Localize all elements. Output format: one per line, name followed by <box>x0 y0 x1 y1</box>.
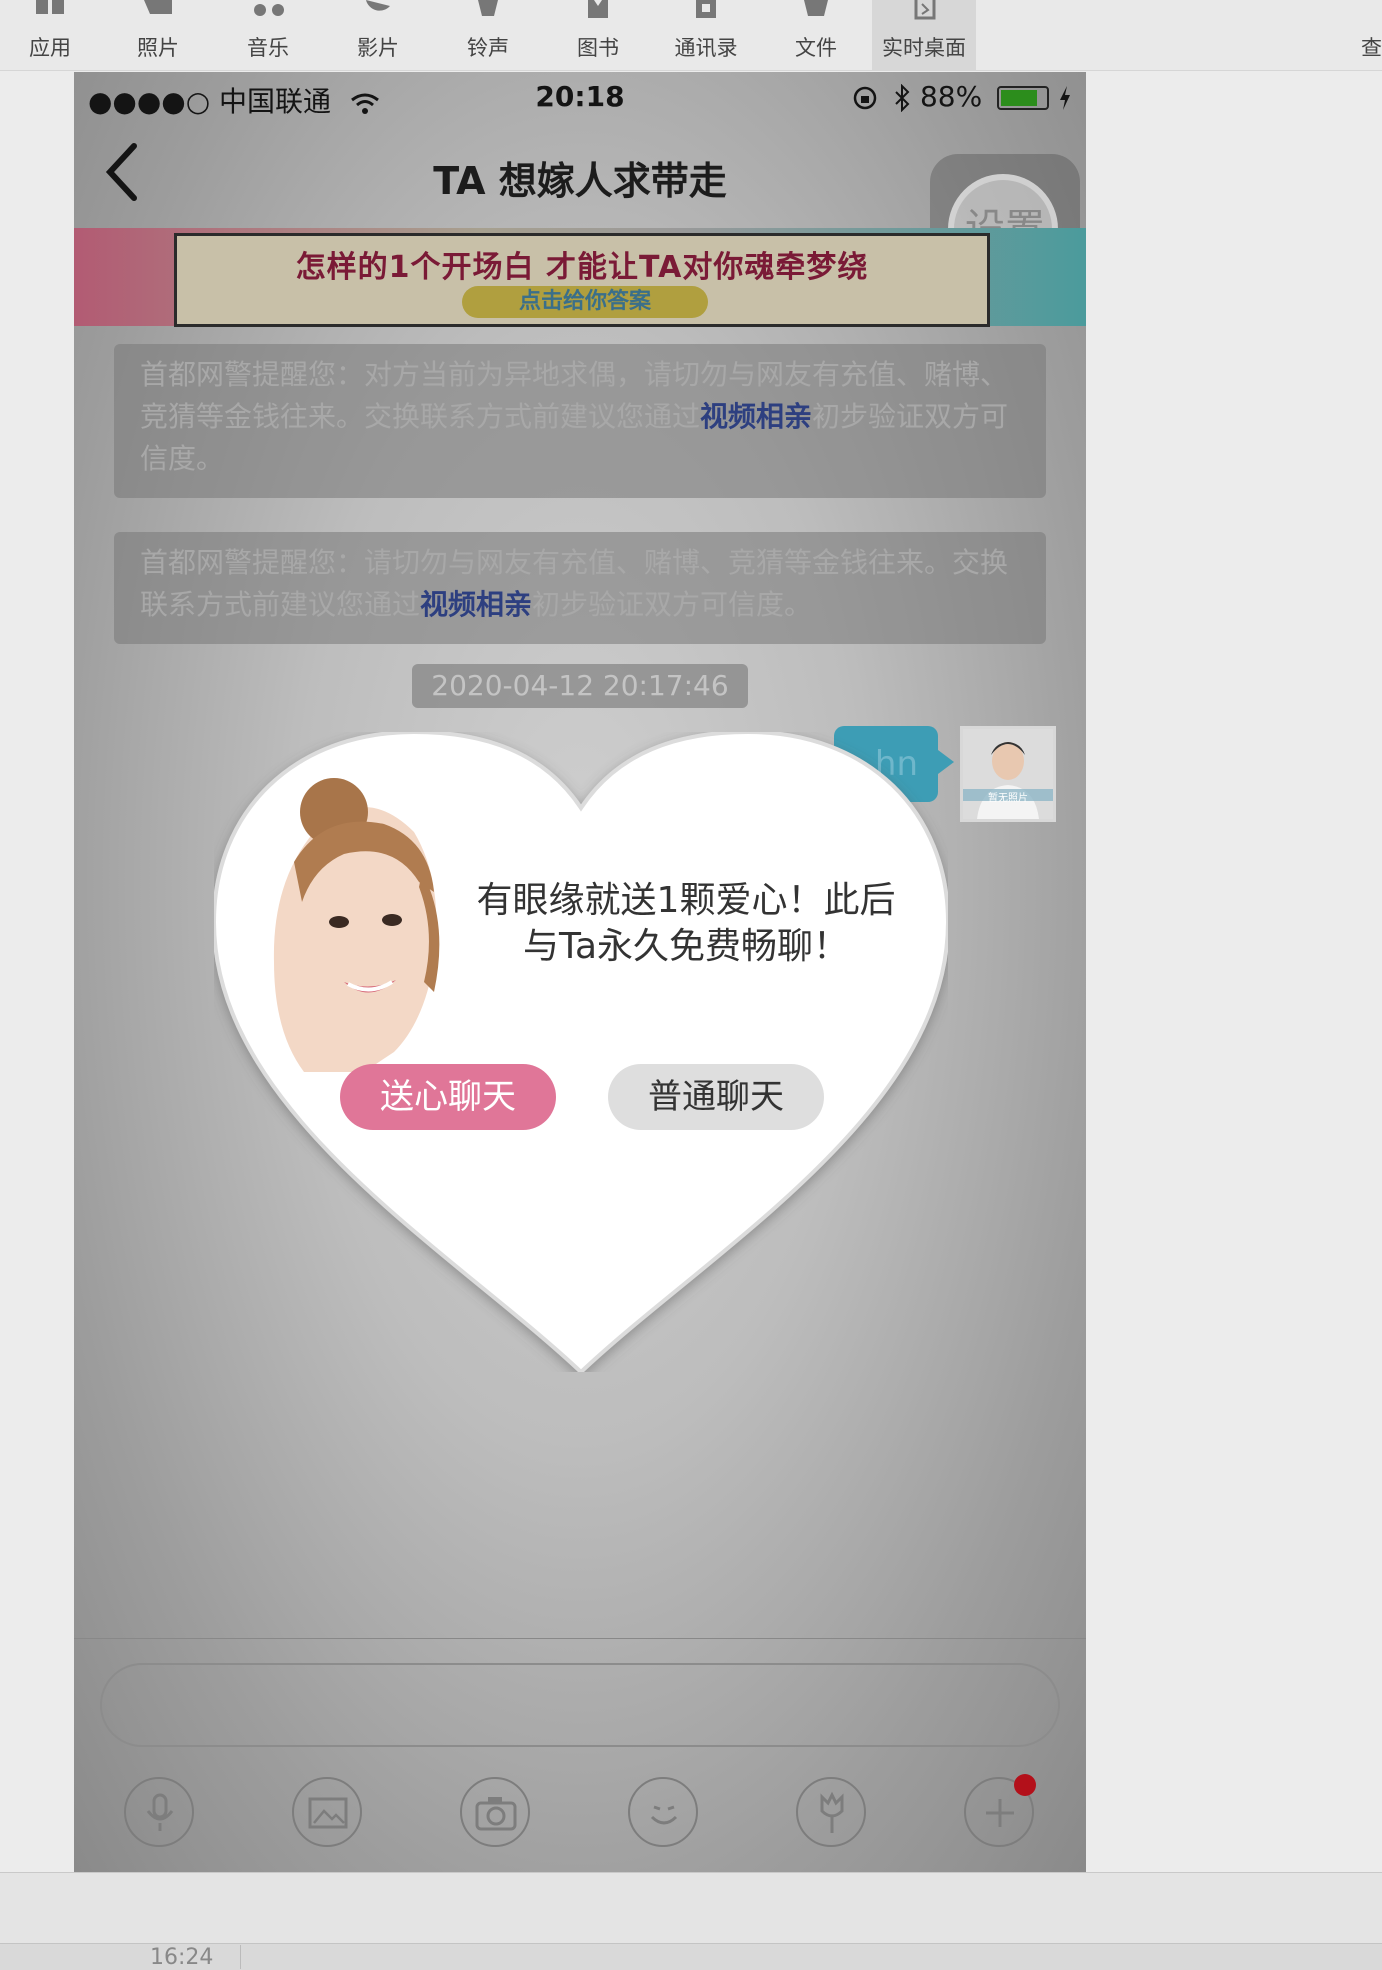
books-icon <box>588 0 608 18</box>
toolbar-edge-text: 查 <box>1361 36 1382 60</box>
bluetooth-icon <box>895 83 910 113</box>
toolbar-label: 通讯录 <box>674 36 738 60</box>
battery-icon <box>997 86 1050 110</box>
contacts-icon <box>696 0 716 18</box>
status-right: 88% <box>852 80 1072 113</box>
avatar-image-icon <box>963 729 1053 819</box>
voice-button[interactable] <box>124 1777 194 1847</box>
microphone-icon <box>146 1793 174 1831</box>
modal-message: 有眼缘就送1颗爱心！此后与Ta永久免费畅聊！ <box>476 880 896 967</box>
toolbar-item-music[interactable]: 音乐 <box>218 0 318 70</box>
video-dating-link[interactable]: 视频相亲 <box>420 588 532 621</box>
bell-icon <box>478 0 498 16</box>
emoji-button[interactable] <box>628 1777 698 1847</box>
ad-banner-title: 怎样的1个开场白 才能让TA对你魂牵梦绕 <box>295 250 869 285</box>
ad-banner-frame: 怎样的1个开场白 才能让TA对你魂牵梦绕 点击给你答案 <box>174 233 990 327</box>
phone-screen: ●●●●○ 中国联通 20:18 88% TA 想嫁人求带走 设置 怎样的1个开… <box>74 72 1086 1872</box>
toolbar-label: 音乐 <box>247 36 289 60</box>
toolbar-label: 文件 <box>795 36 837 60</box>
plus-icon <box>986 1799 1014 1827</box>
orientation-lock-icon <box>853 86 877 110</box>
smile-icon <box>650 1805 678 1825</box>
toolbar-item-books[interactable]: 图书 <box>548 0 648 70</box>
live-desktop-icon <box>914 0 936 20</box>
gift-button[interactable] <box>796 1777 866 1847</box>
flower-icon <box>820 1791 844 1833</box>
status-bar: ●●●●○ 中国联通 20:18 88% <box>74 72 1086 122</box>
message-timestamp: 2020-04-12 20:17:46 <box>412 664 748 708</box>
footer-time: 16:24 <box>150 1945 214 1970</box>
avatar-caption: 暂无照片 <box>988 793 1028 804</box>
desktop-toolbar: 应用 照片 音乐 影片 铃声 图书 通讯录 文件 实时桌面 查 <box>0 0 1382 71</box>
music-icon <box>254 4 284 16</box>
normal-chat-button[interactable]: 普通聊天 <box>608 1064 824 1130</box>
toolbar-item-photos[interactable]: 照片 <box>108 0 208 70</box>
footer-divider <box>240 1945 241 1969</box>
police-warning-2: 首都网警提醒您：请切勿与网友有充值、赌博、竞猜等金钱往来。交换联系方式前建议您通… <box>114 532 1046 644</box>
model-portrait-image <box>273 778 440 1072</box>
toolbar-item-ringtones[interactable]: 铃声 <box>438 0 538 70</box>
toolbar-label: 影片 <box>357 36 399 60</box>
toolbar-item-live-desktop[interactable]: 实时桌面 <box>872 0 976 70</box>
toolbar-label: 图书 <box>577 36 619 60</box>
nav-bar: TA 想嫁人求带走 设置 <box>74 124 1086 284</box>
image-button[interactable] <box>292 1777 362 1847</box>
battery-percent: 88% <box>919 80 983 113</box>
camera-icon <box>475 1797 517 1831</box>
photos-icon <box>144 0 172 14</box>
toolbar-item-files[interactable]: 文件 <box>766 0 866 70</box>
toolbar-label: 铃声 <box>467 36 509 60</box>
image-icon <box>308 1797 348 1829</box>
desktop-footer: 16:24 <box>0 1872 1382 1970</box>
toolbar-item-apps[interactable]: 应用 <box>0 0 100 70</box>
files-icon <box>804 0 828 16</box>
toolbar-label: 应用 <box>29 36 71 60</box>
toolbar-label: 实时桌面 <box>882 36 966 60</box>
apps-icon <box>36 0 64 14</box>
ad-banner[interactable]: 怎样的1个开场白 才能让TA对你魂牵梦绕 点击给你答案 <box>74 228 1086 327</box>
toolbar-label: 照片 <box>137 36 179 60</box>
toolbar-item-contacts[interactable]: 通讯录 <box>656 0 756 70</box>
user-avatar[interactable]: 暂无照片 <box>960 726 1056 822</box>
police-warning-1: 首都网警提醒您：对方当前为异地求偶，请切勿与网友有充值、赌博、竞猜等金钱往来。交… <box>114 344 1046 498</box>
camera-button[interactable] <box>460 1777 530 1847</box>
charging-icon <box>1060 86 1070 110</box>
input-area <box>74 1638 1086 1872</box>
warning-text: 初步验证双方可信度。 <box>532 588 813 621</box>
video-dating-link[interactable]: 视频相亲 <box>700 400 812 433</box>
ad-banner-button[interactable]: 点击给你答案 <box>462 286 708 318</box>
message-input[interactable] <box>100 1663 1060 1747</box>
send-heart-chat-button[interactable]: 送心聊天 <box>340 1064 556 1130</box>
toolbar-item-movies[interactable]: 影片 <box>328 0 428 70</box>
movies-icon <box>366 0 390 11</box>
notification-dot <box>1014 1774 1036 1796</box>
